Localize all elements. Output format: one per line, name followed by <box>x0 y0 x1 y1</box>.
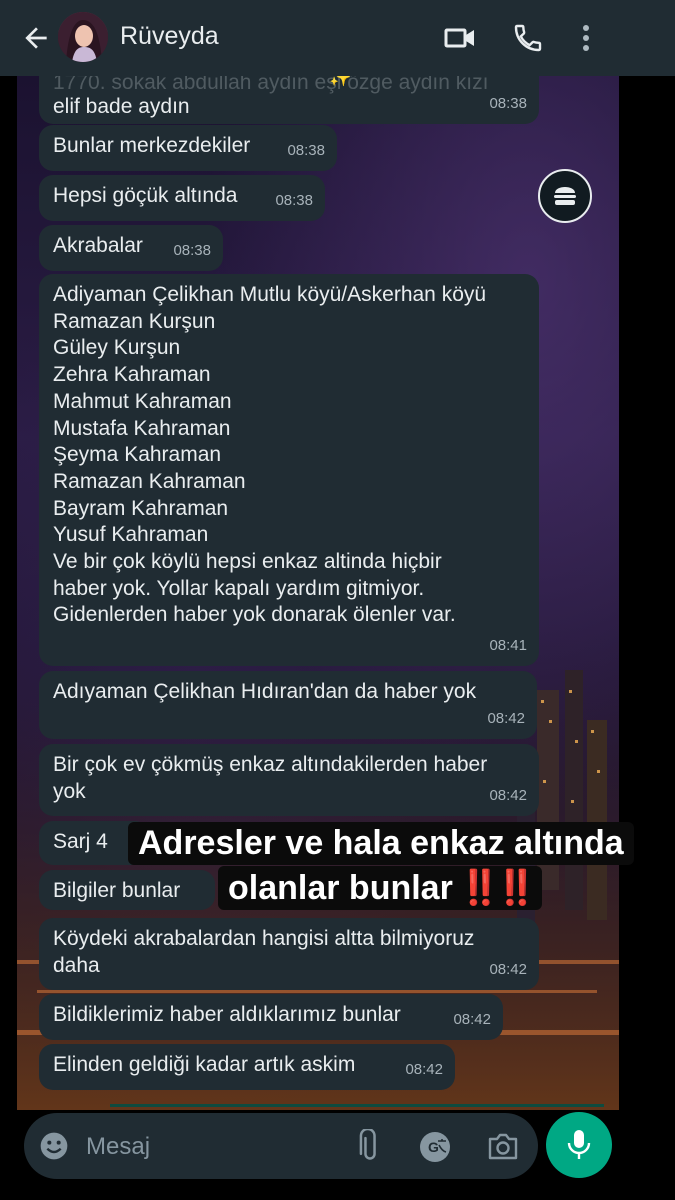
chat-area[interactable]: 1770. sokak abdullah aydın eşi özge aydı… <box>17 76 619 1110</box>
avatar[interactable] <box>58 12 108 62</box>
message-text: Bir çok ev çökmüş enkaz altındakilerden … <box>53 753 488 803</box>
message-bubble[interactable]: Bunlar merkezdekiler 08:38 <box>39 125 337 171</box>
message-text: Hepsi göçük altında <box>53 184 238 207</box>
message-text: Akrabalar <box>53 234 143 257</box>
contact-name[interactable]: Rüveyda <box>120 22 219 51</box>
svg-text:G: G <box>428 1139 439 1155</box>
message-time: 08:38 <box>173 242 211 260</box>
message-time: 08:42 <box>405 1061 443 1079</box>
sparkles-icon: ✨ <box>329 76 352 87</box>
story-caption-line1: Adresler ve hala enkaz altında <box>128 822 634 865</box>
video-call-icon[interactable] <box>444 24 476 52</box>
message-bubble[interactable]: Köydeki akrabalardan hangisi altta bilmi… <box>39 918 539 990</box>
message-time: 08:42 <box>453 1011 491 1029</box>
message-text: elif bade aydın <box>53 94 190 118</box>
chat-header: Rüveyda <box>0 0 675 76</box>
message-text: Adıyaman Çelikhan Hıdıran'dan da haber y… <box>53 680 477 703</box>
burger-floating-button[interactable] <box>538 169 592 223</box>
mic-button[interactable] <box>546 1112 612 1178</box>
message-text-partial: 1770. sokak abdullah aydın eşi özge aydı… <box>53 76 489 94</box>
translate-icon[interactable]: G <box>418 1130 452 1164</box>
paperclip-icon[interactable] <box>356 1129 384 1163</box>
message-text: Bildiklerimiz haber aldıklarımız bunlar <box>53 1003 401 1026</box>
input-bar: G <box>0 1110 675 1200</box>
camera-icon[interactable] <box>486 1131 520 1161</box>
message-time: 08:42 <box>489 787 527 805</box>
message-bubble[interactable]: Hepsi göçük altında 08:38 <box>39 175 325 221</box>
message-bubble[interactable]: Bir çok ev çökmüş enkaz altındakilerden … <box>39 744 539 816</box>
message-text: Bunlar merkezdekiler <box>53 134 251 157</box>
story-caption-line2: olanlar bunlar ‼️‼️ <box>218 866 542 910</box>
double-exclamation-emoji: ‼️‼️ <box>458 869 538 907</box>
message-time: 08:41 <box>489 637 527 655</box>
message-bubble[interactable]: Bilgiler bunlar <box>39 870 215 910</box>
burger-icon <box>554 187 576 205</box>
message-bubble[interactable]: Elinden geldiği kadar artık askim 08:42 <box>39 1044 455 1090</box>
message-input[interactable] <box>84 1129 328 1165</box>
message-time: 08:42 <box>487 710 525 728</box>
message-bubble[interactable]: Akrabalar 08:38 <box>39 225 223 271</box>
message-time: 08:38 <box>275 192 313 210</box>
message-bubble[interactable]: Adiyaman Çelikhan Mutlu köyü/Askerhan kö… <box>39 274 539 666</box>
message-time: 08:42 <box>489 961 527 979</box>
message-text: Köydeki akrabalardan hangisi altta bilmi… <box>53 927 475 977</box>
avatar-image <box>58 12 108 62</box>
message-bubble[interactable]: Bildiklerimiz haber aldıklarımız bunlar … <box>39 994 503 1040</box>
message-bubble[interactable]: Adıyaman Çelikhan Hıdıran'dan da haber y… <box>39 671 537 739</box>
emoji-icon[interactable] <box>38 1130 70 1162</box>
scroll-indicator <box>110 1104 604 1107</box>
message-text: Bilgiler bunlar <box>53 879 181 902</box>
story-caption-text: olanlar bunlar <box>228 869 453 907</box>
message-time: 08:38 <box>489 95 527 113</box>
phone-icon[interactable] <box>512 22 544 54</box>
message-time: 08:38 <box>287 142 325 160</box>
message-bubble[interactable]: 1770. sokak abdullah aydın eşi özge aydı… <box>39 76 539 124</box>
message-text: Adiyaman Çelikhan Mutlu köyü/Askerhan kö… <box>53 283 487 627</box>
back-arrow-icon[interactable] <box>20 22 52 54</box>
message-text: Elinden geldiği kadar artık askim <box>53 1053 356 1076</box>
microphone-icon <box>567 1130 591 1159</box>
message-text: Sarj 4 <box>53 830 108 853</box>
more-vert-icon[interactable] <box>578 22 594 54</box>
message-composer[interactable]: G <box>24 1113 538 1179</box>
